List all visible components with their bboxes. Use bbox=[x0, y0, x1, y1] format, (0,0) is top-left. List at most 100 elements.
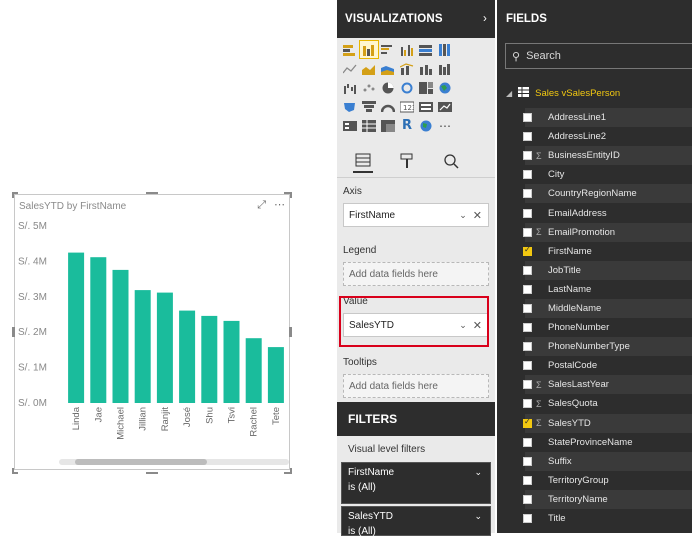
chevron-down-icon[interactable]: ⌄ bbox=[474, 511, 482, 522]
field-checkbox[interactable] bbox=[523, 494, 532, 504]
field-checkbox[interactable] bbox=[523, 208, 532, 218]
scatter-chart-icon[interactable] bbox=[360, 79, 378, 96]
tooltips-drop-zone[interactable]: Add data fields here bbox=[343, 374, 489, 398]
field-item[interactable]: Σ BusinessEntityID bbox=[523, 146, 692, 166]
field-item[interactable]: TerritoryGroup bbox=[523, 471, 692, 490]
area-chart-icon[interactable] bbox=[360, 60, 378, 77]
field-checkbox[interactable] bbox=[523, 265, 532, 275]
bar-linda[interactable] bbox=[68, 252, 85, 403]
gauge-icon[interactable] bbox=[379, 98, 397, 115]
stacked-bar-icon[interactable] bbox=[341, 41, 359, 58]
bar-jillian[interactable] bbox=[134, 290, 151, 403]
fields-search-input[interactable]: ⚲ Search bbox=[505, 43, 692, 69]
field-checkbox[interactable] bbox=[523, 189, 532, 199]
field-item[interactable]: TerritoryName bbox=[523, 489, 692, 509]
field-checkbox[interactable] bbox=[523, 227, 532, 237]
bar-ranjit[interactable] bbox=[156, 292, 173, 403]
filter-card-firstname[interactable]: FirstName is (All) ⌄ bbox=[341, 462, 491, 504]
filled-map-icon[interactable] bbox=[341, 98, 359, 115]
chevron-right-icon[interactable]: › bbox=[483, 13, 487, 25]
field-checkbox[interactable] bbox=[523, 245, 532, 256]
bar-chart-visual[interactable]: SalesYTD by FirstName ⤢ ⋯ S/. 0M S/. 1M S/… bbox=[14, 194, 290, 470]
field-item[interactable]: PhoneNumberType bbox=[523, 337, 692, 357]
legend-drop-zone[interactable]: Add data fields here bbox=[343, 262, 489, 286]
bar-rachel[interactable] bbox=[245, 338, 262, 403]
clustered-column-icon[interactable] bbox=[398, 41, 416, 58]
field-item[interactable]: Σ SalesQuota bbox=[523, 394, 692, 413]
field-checkbox[interactable] bbox=[523, 456, 532, 466]
field-checkbox[interactable] bbox=[523, 170, 532, 180]
matrix-icon[interactable] bbox=[379, 117, 397, 134]
funnel-icon[interactable] bbox=[360, 98, 378, 115]
field-item[interactable]: StateProvinceName bbox=[523, 433, 692, 452]
remove-field-icon[interactable]: ✕ bbox=[473, 209, 482, 222]
100-stacked-bar-icon[interactable] bbox=[417, 41, 435, 58]
field-checkbox[interactable] bbox=[523, 342, 532, 352]
field-item[interactable]: Σ EmailPromotion bbox=[523, 222, 692, 242]
bar-shu[interactable] bbox=[201, 315, 218, 403]
r-visual-icon[interactable]: R bbox=[398, 117, 416, 134]
map-icon[interactable] bbox=[436, 79, 454, 96]
stacked-area-icon[interactable] bbox=[379, 60, 397, 77]
table-icon[interactable] bbox=[360, 117, 378, 134]
card-icon[interactable]: 123 bbox=[398, 98, 416, 115]
field-item[interactable]: Σ SalesYTD bbox=[523, 413, 692, 433]
bar-tete[interactable] bbox=[267, 347, 284, 403]
bar-jae[interactable] bbox=[90, 257, 107, 403]
bar-tsvi[interactable] bbox=[223, 320, 240, 403]
field-checkbox[interactable] bbox=[523, 417, 532, 428]
bar-josé[interactable] bbox=[179, 310, 196, 403]
format-paint-roller-icon[interactable] bbox=[397, 149, 417, 173]
field-item[interactable]: MiddleName bbox=[523, 298, 692, 319]
field-item[interactable]: FirstName bbox=[523, 242, 692, 261]
field-item[interactable]: CountryRegionName bbox=[523, 184, 692, 204]
donut-chart-icon[interactable] bbox=[398, 79, 416, 96]
field-checkbox[interactable] bbox=[523, 475, 532, 485]
field-checkbox[interactable] bbox=[523, 284, 532, 294]
chevron-down-icon[interactable]: ⌄ bbox=[459, 210, 467, 221]
field-item[interactable]: AddressLine2 bbox=[523, 127, 692, 146]
field-checkbox[interactable] bbox=[523, 151, 532, 161]
clustered-bar-icon[interactable] bbox=[379, 41, 397, 58]
field-checkbox[interactable] bbox=[523, 113, 532, 123]
line-clustered-column-icon[interactable] bbox=[398, 60, 416, 77]
multi-row-card-icon[interactable] bbox=[417, 98, 435, 115]
fields-tab-icon[interactable] bbox=[353, 149, 373, 173]
treemap-icon[interactable] bbox=[417, 79, 435, 96]
field-checkbox[interactable] bbox=[523, 361, 532, 371]
line-chart-icon[interactable] bbox=[341, 60, 359, 77]
globe-icon[interactable] bbox=[417, 117, 435, 134]
field-checkbox[interactable] bbox=[523, 399, 532, 409]
field-item[interactable]: City bbox=[523, 165, 692, 184]
100-stacked-column-icon[interactable] bbox=[436, 41, 454, 58]
field-item[interactable]: EmailAddress bbox=[523, 203, 692, 222]
chevron-down-icon[interactable]: ⌄ bbox=[474, 467, 482, 478]
field-checkbox[interactable] bbox=[523, 303, 532, 313]
field-item[interactable]: Suffix bbox=[523, 451, 692, 471]
field-item[interactable]: Title bbox=[523, 509, 692, 528]
pie-chart-icon[interactable] bbox=[379, 79, 397, 96]
line-stacked-column-icon[interactable] bbox=[417, 60, 435, 77]
filter-card-salesytd[interactable]: SalesYTD is (All) ⌄ bbox=[341, 506, 491, 537]
axis-field-chip[interactable]: FirstName ⌄ ✕ bbox=[343, 203, 489, 227]
scrollbar-thumb[interactable] bbox=[75, 459, 207, 465]
field-item[interactable]: PhoneNumber bbox=[523, 318, 692, 337]
field-checkbox[interactable] bbox=[523, 437, 532, 447]
field-item[interactable]: LastName bbox=[523, 280, 692, 299]
more-visuals-icon[interactable]: ⋯ bbox=[436, 117, 454, 134]
field-item[interactable]: Σ SalesLastYear bbox=[523, 375, 692, 395]
horizontal-scrollbar[interactable] bbox=[59, 459, 289, 465]
field-checkbox[interactable] bbox=[523, 514, 532, 524]
field-item[interactable]: JobTitle bbox=[523, 260, 692, 280]
slicer-icon[interactable] bbox=[341, 117, 359, 134]
field-item[interactable]: PostalCode bbox=[523, 356, 692, 375]
kpi-icon[interactable] bbox=[436, 98, 454, 115]
ribbon-chart-icon[interactable] bbox=[436, 60, 454, 77]
field-item[interactable]: AddressLine1 bbox=[523, 108, 692, 128]
stacked-column-icon[interactable] bbox=[359, 40, 379, 59]
waterfall-icon[interactable] bbox=[341, 79, 359, 96]
table-node[interactable]: ◢ Sales vSalesPerson bbox=[506, 84, 620, 102]
field-checkbox[interactable] bbox=[523, 323, 532, 333]
field-checkbox[interactable] bbox=[523, 380, 532, 390]
bar-michael[interactable] bbox=[112, 269, 129, 403]
